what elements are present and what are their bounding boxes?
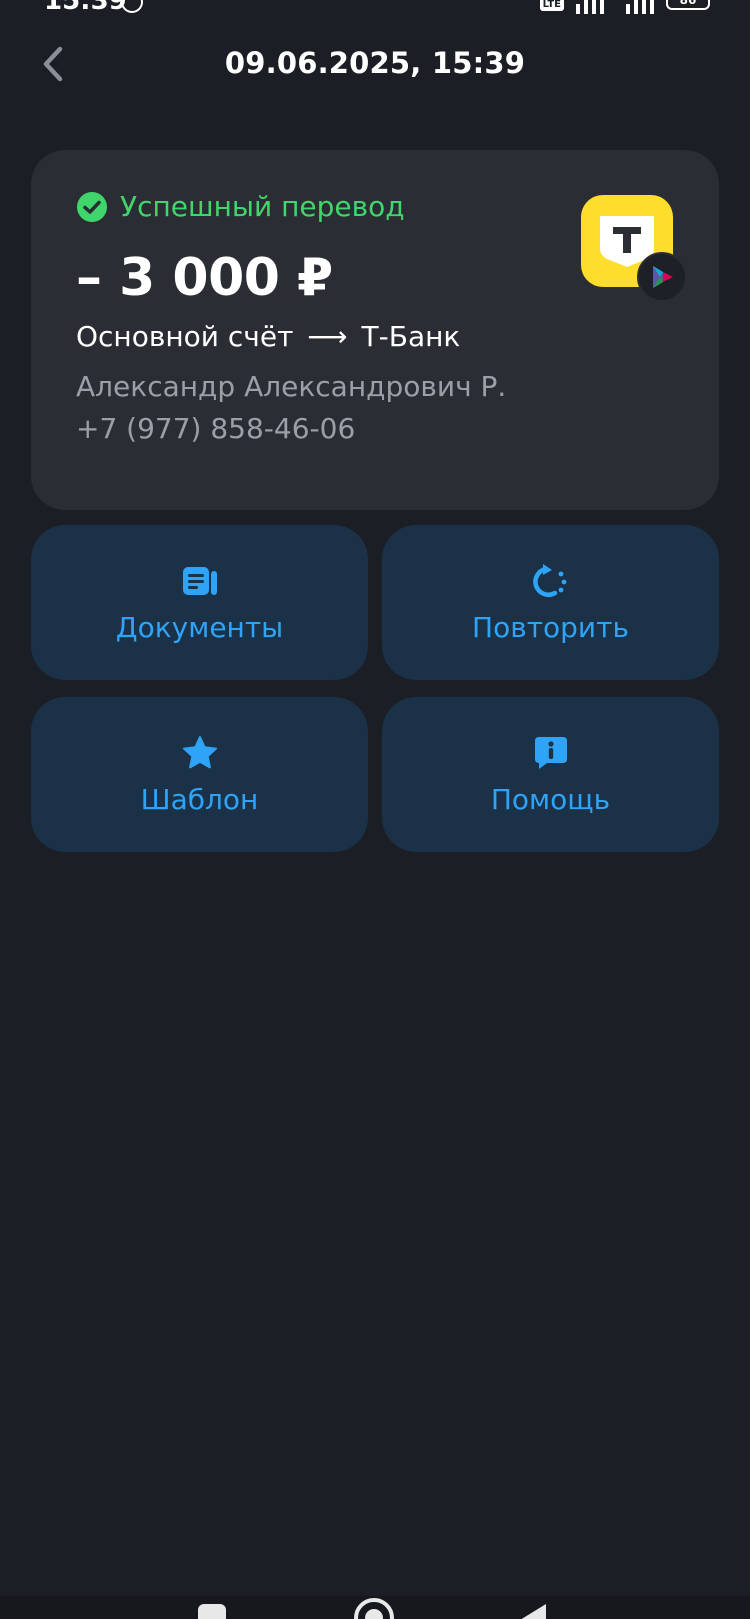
recipient-name: Александр Александрович Р. — [76, 370, 507, 403]
home-button[interactable] — [354, 1598, 394, 1619]
documents-button[interactable]: Документы — [31, 525, 368, 680]
repeat-label: Повторить — [472, 611, 629, 644]
lte-badge: LTE — [539, 0, 564, 11]
template-label: Шаблон — [140, 783, 259, 816]
help-label: Помощь — [490, 783, 611, 816]
transfer-route: Основной счёт ⟶ Т-Банк — [76, 320, 460, 353]
signal-icon-2 — [624, 0, 656, 14]
recent-apps-button[interactable] — [198, 1604, 226, 1619]
help-button[interactable]: Помощь — [382, 697, 719, 852]
transfer-amount: – 3 000 ₽ — [76, 248, 333, 308]
status-bar: 15:39 ••• LTE 86 — [0, 0, 750, 14]
sbp-icon — [637, 252, 687, 302]
documents-label: Документы — [115, 611, 284, 644]
system-back-icon[interactable] — [516, 1602, 550, 1619]
to-bank: Т-Банк — [361, 320, 461, 353]
header: 09.06.2025, 15:39 — [0, 30, 750, 100]
success-check-icon — [77, 191, 107, 222]
transfer-card: Успешный перевод – 3 000 ₽ Основной счёт… — [31, 150, 719, 510]
help-info-icon — [534, 737, 567, 769]
page-title: 09.06.2025, 15:39 — [224, 46, 526, 80]
recipient-phone: +7 (977) 858-46-06 — [76, 412, 356, 445]
status-text: Успешный перевод — [120, 190, 405, 223]
whatsapp-icon — [120, 0, 144, 14]
transfer-status: Успешный перевод — [76, 190, 405, 223]
template-button[interactable]: Шаблон — [31, 697, 368, 852]
signal-icon — [574, 0, 614, 14]
arrow-right-icon: ⟶ — [307, 320, 348, 353]
star-icon — [182, 736, 217, 769]
repeat-button[interactable]: Повторить — [382, 525, 719, 680]
from-account: Основной счёт — [76, 320, 294, 353]
status-more-icon: ••• — [156, 0, 198, 9]
status-time: 15:39 — [44, 0, 127, 14]
status-indicators: LTE 86 — [539, 0, 710, 14]
system-nav-bar — [0, 1596, 750, 1619]
repeat-icon — [532, 564, 566, 597]
documents-icon — [182, 567, 217, 595]
battery-icon: 86 — [666, 0, 710, 10]
